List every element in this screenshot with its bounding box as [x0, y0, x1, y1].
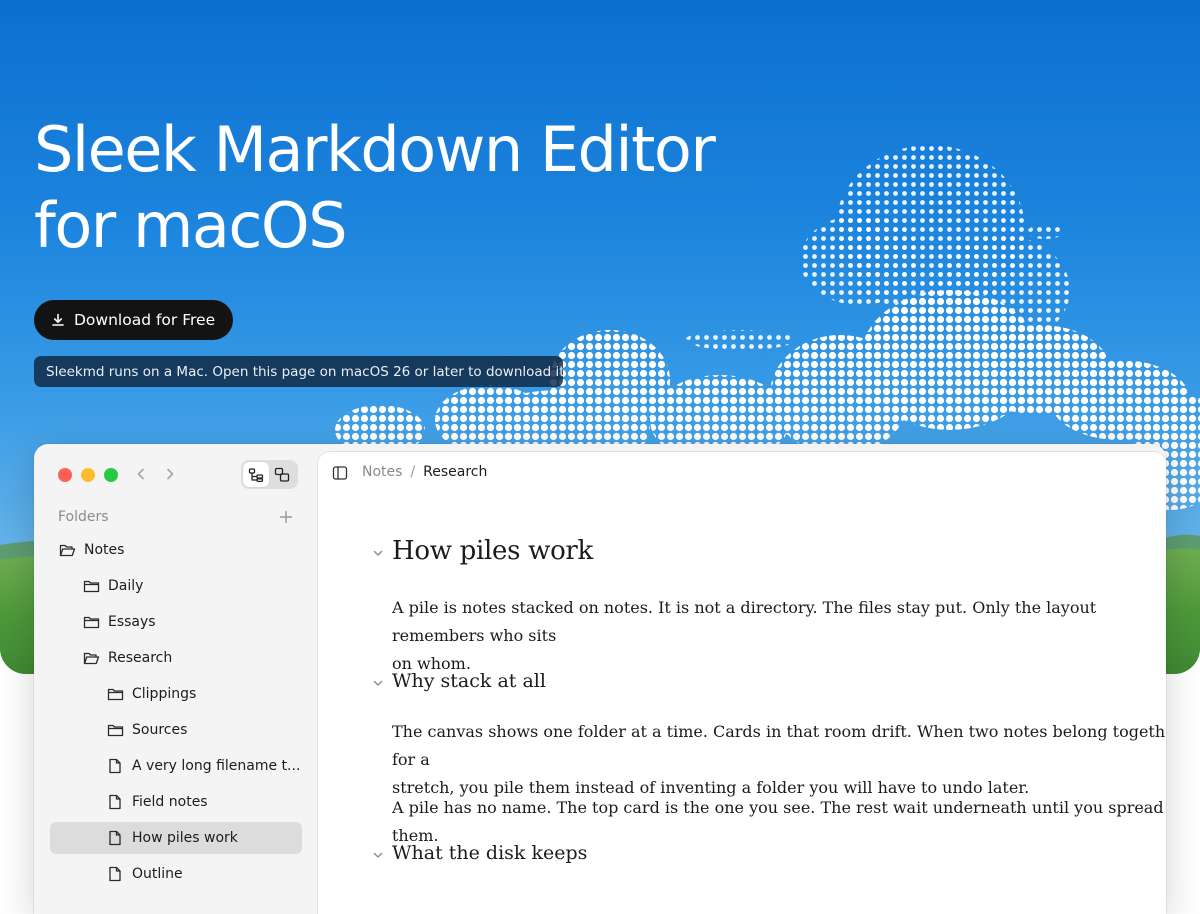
tree-item-daily[interactable]: Daily	[50, 570, 302, 602]
breadcrumb: Notes / Research	[362, 464, 487, 480]
folder-icon	[82, 577, 100, 595]
app-window: Folders Notes Daily Essays Research Clip…	[34, 444, 1166, 914]
file-icon	[106, 865, 124, 883]
plus-icon[interactable]	[278, 509, 294, 525]
tree-item-label: Daily	[108, 578, 144, 594]
folder-tree: Notes Daily Essays Research Clippings So…	[50, 534, 302, 894]
paragraph-1: A pile is notes stacked on notes. It is …	[392, 594, 1166, 678]
heading-text: What the disk keeps	[392, 842, 588, 864]
tree-item-clippings[interactable]: Clippings	[50, 678, 302, 710]
close-window-button[interactable]	[58, 468, 72, 482]
folders-label: Folders	[58, 509, 109, 525]
chevron-left-icon[interactable]	[132, 465, 150, 483]
paragraph-2-line-1: The canvas shows one folder at a time. C…	[392, 722, 1166, 769]
chevron-right-icon[interactable]	[161, 465, 179, 483]
download-button[interactable]: Download for Free	[34, 300, 233, 340]
chevron-down-icon[interactable]	[372, 677, 384, 689]
tree-item-label: A very long filename t...	[132, 758, 301, 774]
platform-notice: Sleekmd runs on a Mac. Open this page on…	[34, 356, 563, 387]
file-icon	[106, 757, 124, 775]
folder-open-icon	[82, 649, 100, 667]
heading-text: How piles work	[392, 536, 594, 566]
hero-title-line-2: for macOS	[34, 189, 348, 262]
tree-item-research[interactable]: Research	[50, 642, 302, 674]
zoom-window-button[interactable]	[104, 468, 118, 482]
folder-icon	[106, 685, 124, 703]
folder-open-icon	[58, 541, 76, 559]
tree-item-sources[interactable]: Sources	[50, 714, 302, 746]
tree-item-notes[interactable]: Notes	[50, 534, 302, 566]
tree-item-long-filename[interactable]: A very long filename t...	[50, 750, 302, 782]
hero-title-line-1: Sleek Markdown Editor	[34, 113, 716, 186]
paragraph-1-line-1: A pile is notes stacked on notes. It is …	[392, 598, 1097, 645]
paragraph-3-line-1: A pile has no name. The top card is the …	[392, 798, 1164, 845]
heading-text: Why stack at all	[392, 670, 546, 692]
folder-icon	[106, 721, 124, 739]
tree-item-label: Outline	[132, 866, 183, 882]
file-icon	[106, 793, 124, 811]
breadcrumb-research: Research	[423, 464, 488, 480]
tree-item-label: Field notes	[132, 794, 208, 810]
tree-item-outline[interactable]: Outline	[50, 858, 302, 890]
tree-item-label: Clippings	[132, 686, 197, 702]
tree-item-field-notes[interactable]: Field notes	[50, 786, 302, 818]
canvas-view-icon[interactable]	[269, 462, 295, 487]
tree-item-label: Research	[108, 650, 173, 666]
tree-item-label: How piles work	[132, 830, 238, 846]
hero-title: Sleek Markdown Editor for macOS	[34, 112, 754, 264]
tree-item-essays[interactable]: Essays	[50, 606, 302, 638]
file-icon	[106, 829, 124, 847]
platform-notice-text: Sleekmd runs on a Mac. Open this page on…	[46, 363, 563, 380]
sidebar-icon[interactable]	[332, 465, 348, 481]
download-button-label: Download for Free	[74, 311, 216, 329]
download-icon	[50, 312, 66, 328]
tree-item-label: Essays	[108, 614, 156, 630]
folder-icon	[82, 613, 100, 631]
chevron-down-icon[interactable]	[372, 547, 384, 559]
minimize-window-button[interactable]	[81, 468, 95, 482]
breadcrumb-separator: /	[410, 464, 416, 480]
paragraph-2: The canvas shows one folder at a time. C…	[392, 718, 1166, 802]
editor-toolbar: Notes / Research	[318, 452, 1166, 496]
chevron-down-icon[interactable]	[372, 849, 384, 861]
tree-view-icon[interactable]	[243, 462, 269, 487]
tree-item-label: Notes	[84, 542, 125, 558]
editor-pane: Notes / Research How piles work A pile i…	[318, 452, 1166, 914]
view-mode-toggle	[241, 460, 298, 489]
tree-item-how-piles-work[interactable]: How piles work	[50, 822, 302, 854]
breadcrumb-notes[interactable]: Notes	[362, 464, 402, 480]
tree-item-label: Sources	[132, 722, 188, 738]
sidebar: Folders Notes Daily Essays Research Clip…	[34, 444, 318, 914]
folders-header: Folders	[58, 506, 294, 528]
